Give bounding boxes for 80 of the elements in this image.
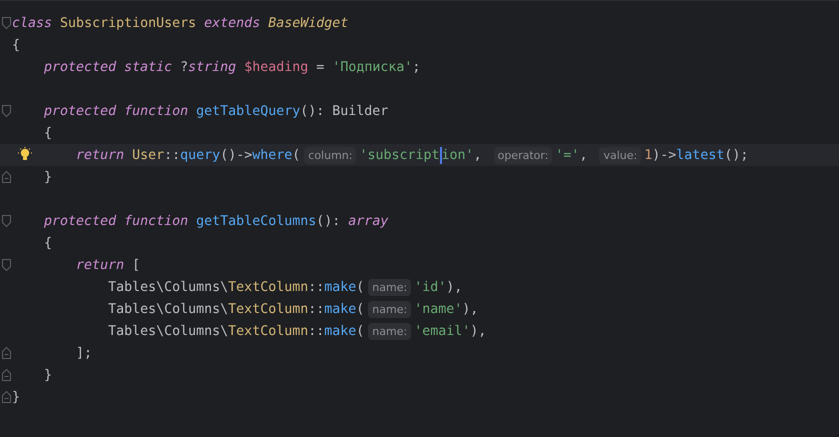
- string-literal: 'email': [414, 324, 470, 338]
- code-text: Tables\Columns\: [108, 302, 228, 316]
- function-name: getTableColumns: [196, 214, 316, 228]
- keyword: protected static: [44, 60, 172, 74]
- class-name: User: [132, 148, 164, 162]
- keyword: array: [348, 214, 388, 228]
- fold-icon[interactable]: [2, 259, 10, 271]
- code-text: ():: [316, 214, 340, 228]
- number-literal: 1: [644, 148, 652, 162]
- function-name: make: [324, 324, 356, 338]
- parameter-hint: name:: [368, 322, 412, 340]
- code-text: (): Builder: [300, 104, 388, 118]
- function-name: query: [180, 148, 220, 162]
- fold-end-icon[interactable]: [2, 347, 10, 359]
- string-literal: 'name': [414, 302, 462, 316]
- code-text: }: [44, 170, 52, 184]
- keyword: protected function: [44, 214, 188, 228]
- code-text: {: [44, 236, 52, 250]
- code-text: =: [316, 60, 324, 74]
- keyword: return: [76, 258, 124, 272]
- code-text: ::: [308, 302, 324, 316]
- string-literal: 'id': [414, 280, 446, 294]
- keyword: class: [12, 16, 52, 30]
- code-text: ),: [470, 324, 486, 338]
- code-text: ;: [412, 60, 420, 74]
- function-name: make: [324, 302, 356, 316]
- class-name: TextColumn: [228, 324, 308, 338]
- code-text: )->: [652, 148, 676, 162]
- code-text: ::: [164, 148, 180, 162]
- function-name: getTableQuery: [196, 104, 300, 118]
- code-text: (: [356, 324, 364, 338]
- code-text: ()->: [220, 148, 252, 162]
- code-text: ,: [474, 148, 482, 162]
- code-text: {: [12, 38, 20, 52]
- parameter-hint: column:: [304, 146, 356, 164]
- parameter-hint: name:: [368, 278, 412, 296]
- class-name: TextColumn: [228, 280, 308, 294]
- text-cursor: [440, 146, 442, 164]
- keyword: string: [188, 60, 236, 74]
- code-text: ];: [76, 346, 92, 360]
- fold-end-icon[interactable]: [2, 171, 10, 183]
- code-text: ::: [308, 324, 324, 338]
- class-name: BaseWidget: [268, 16, 348, 30]
- code-text: ::: [308, 280, 324, 294]
- code-text: ),: [446, 280, 462, 294]
- function-name: make: [324, 280, 356, 294]
- class-name: TextColumn: [228, 302, 308, 316]
- lightbulb-icon[interactable]: [18, 147, 32, 163]
- code-text: (: [356, 302, 364, 316]
- fold-icon[interactable]: [2, 17, 10, 29]
- code-text: }: [44, 368, 52, 382]
- code-text: (: [356, 280, 364, 294]
- fold-end-icon[interactable]: [2, 391, 10, 403]
- parameter-hint: value:: [599, 146, 642, 164]
- parameter-hint: operator:: [494, 146, 552, 164]
- keyword: protected function: [44, 104, 188, 118]
- string-literal: 'Подписка': [332, 60, 412, 74]
- string-literal: '=': [555, 148, 580, 162]
- code-text: Tables\Columns\: [108, 324, 228, 338]
- string-literal: ion': [442, 148, 474, 162]
- fold-end-icon[interactable]: [2, 369, 10, 381]
- function-name: where: [252, 148, 292, 162]
- fold-icon[interactable]: [2, 215, 10, 227]
- code-text: ),: [462, 302, 478, 316]
- string-literal: 'subscript: [359, 148, 440, 162]
- class-name: SubscriptionUsers: [60, 16, 196, 30]
- keyword: return: [76, 148, 124, 162]
- code-text: ,: [579, 148, 588, 162]
- variable-name: $heading: [244, 60, 308, 74]
- code-text: {: [44, 126, 52, 140]
- code-text: Tables\Columns\: [108, 280, 228, 294]
- parameter-hint: name:: [368, 300, 412, 318]
- code-text: }: [12, 390, 20, 404]
- code-text: (: [292, 148, 300, 162]
- keyword: extends: [204, 16, 260, 30]
- code-text: [: [132, 258, 140, 272]
- code-text: ();: [724, 148, 748, 162]
- fold-icon[interactable]: [2, 105, 10, 117]
- code-text: ?: [180, 60, 188, 74]
- function-name: latest: [676, 148, 724, 162]
